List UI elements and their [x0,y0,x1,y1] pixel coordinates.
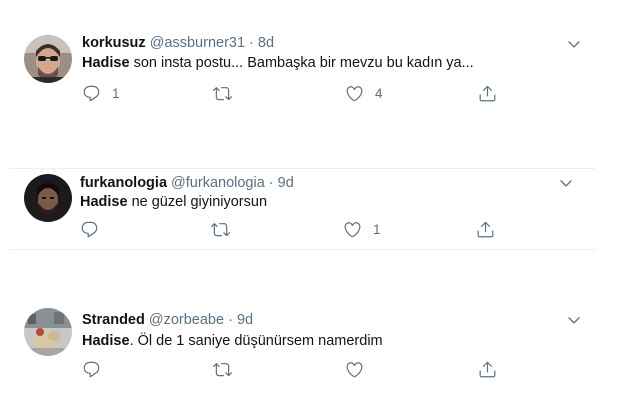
chevron-down-icon[interactable] [558,175,574,191]
heart-icon [345,84,364,103]
retweet-icon [213,360,232,379]
tweet[interactable]: korkusuz @assburner31 · 8d Hadise son in… [14,28,614,114]
tweet-header: furkanologia @furkanologia · 9d [80,175,294,191]
reply-button[interactable]: 1 [82,83,120,103]
timestamp[interactable]: 8d [258,35,274,51]
reply-button[interactable] [80,219,110,239]
timestamp[interactable]: 9d [237,312,253,328]
separator: · [264,175,278,191]
mention[interactable]: Hadise [82,55,130,71]
tweet-header: Stranded @zorbeabe · 9d [82,312,253,328]
retweet-icon [211,220,230,239]
heart-icon [343,220,362,239]
reply-button[interactable] [82,359,112,379]
tweet[interactable]: Stranded @zorbeabe · 9d Hadise. Öl de 1 … [14,300,614,386]
like-button[interactable] [345,359,375,379]
share-icon [476,220,495,239]
handle[interactable]: @assburner31 [150,35,245,51]
avatar[interactable] [24,174,72,222]
timestamp[interactable]: 9d [278,175,294,191]
share-button[interactable] [478,83,497,103]
separator: · [224,312,237,328]
display-name[interactable]: furkanologia [80,175,167,191]
share-button[interactable] [478,359,497,379]
like-count: 4 [375,85,383,101]
tweet[interactable]: furkanologia @furkanologia · 9d Hadise n… [10,168,595,250]
tweet-header: korkusuz @assburner31 · 8d [82,35,274,51]
chevron-down-icon[interactable] [566,36,582,52]
like-button[interactable]: 1 [343,219,381,239]
reply-icon [82,360,101,379]
share-icon [478,84,497,103]
share-icon [478,360,497,379]
reply-icon [80,220,99,239]
tweet-text: Hadise. Öl de 1 saniye düşünürsem namerd… [82,333,383,349]
retweet-button[interactable] [213,359,243,379]
display-name[interactable]: korkusuz [82,35,146,51]
share-button[interactable] [476,219,495,239]
tweet-body: . Öl de 1 saniye düşünürsem namerdim [129,333,383,349]
reply-icon [82,84,101,103]
heart-icon [345,360,364,379]
avatar[interactable] [24,35,72,83]
like-button[interactable]: 4 [345,83,383,103]
tweet-body: ne güzel giyiniyorsun [127,194,268,210]
avatar[interactable] [24,308,72,356]
retweet-button[interactable] [213,83,243,103]
handle[interactable]: @zorbeabe [149,312,224,328]
tweet-body: son insta postu... Bambaşka bir mevzu bu… [129,55,474,71]
tweet-text: Hadise son insta postu... Bambaşka bir m… [82,55,474,71]
like-count: 1 [373,221,381,237]
chevron-down-icon[interactable] [566,312,582,328]
retweet-button[interactable] [211,219,241,239]
retweet-icon [213,84,232,103]
display-name[interactable]: Stranded [82,312,145,328]
mention[interactable]: Hadise [80,194,128,210]
handle[interactable]: @furkanologia [171,175,265,191]
tweet-text: Hadise ne güzel giyiniyorsun [80,194,267,210]
separator: · [245,35,258,51]
reply-count: 1 [112,85,120,101]
mention[interactable]: Hadise [82,333,130,349]
